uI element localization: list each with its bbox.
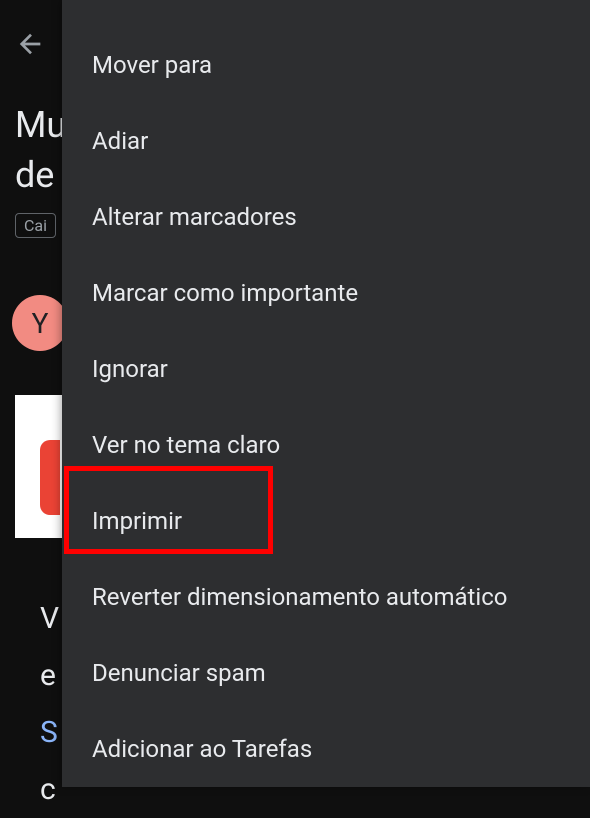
back-arrow-icon bbox=[15, 28, 47, 60]
avatar: Y bbox=[12, 295, 68, 351]
menu-item-move-to[interactable]: Mover para bbox=[62, 27, 590, 103]
avatar-letter: Y bbox=[32, 307, 49, 340]
content-red-element bbox=[40, 440, 60, 515]
menu-item-revert-autosize[interactable]: Reverter dimensionamento automático bbox=[62, 559, 590, 635]
email-title: Mu de bbox=[15, 100, 66, 201]
menu-item-ignore[interactable]: Ignorar bbox=[62, 331, 590, 407]
title-line-1: Mu bbox=[15, 104, 66, 146]
menu-item-change-labels[interactable]: Alterar marcadores bbox=[62, 179, 590, 255]
menu-item-light-theme[interactable]: Ver no tema claro bbox=[62, 407, 590, 483]
email-body-preview: V e S c bbox=[40, 590, 59, 818]
menu-item-mark-important[interactable]: Marcar como importante bbox=[62, 255, 590, 331]
menu-item-add-to-tasks[interactable]: Adicionar ao Tarefas bbox=[62, 711, 590, 773]
menu-item-print[interactable]: Imprimir bbox=[62, 483, 590, 559]
menu-item-snooze[interactable]: Adiar bbox=[62, 103, 590, 179]
menu-item-report-spam[interactable]: Denunciar spam bbox=[62, 635, 590, 711]
title-line-2: de bbox=[15, 154, 54, 196]
overflow-menu: Mover para Adiar Alterar marcadores Marc… bbox=[62, 0, 590, 787]
inbox-label-badge: Cai bbox=[15, 213, 56, 238]
back-button[interactable] bbox=[15, 28, 47, 60]
